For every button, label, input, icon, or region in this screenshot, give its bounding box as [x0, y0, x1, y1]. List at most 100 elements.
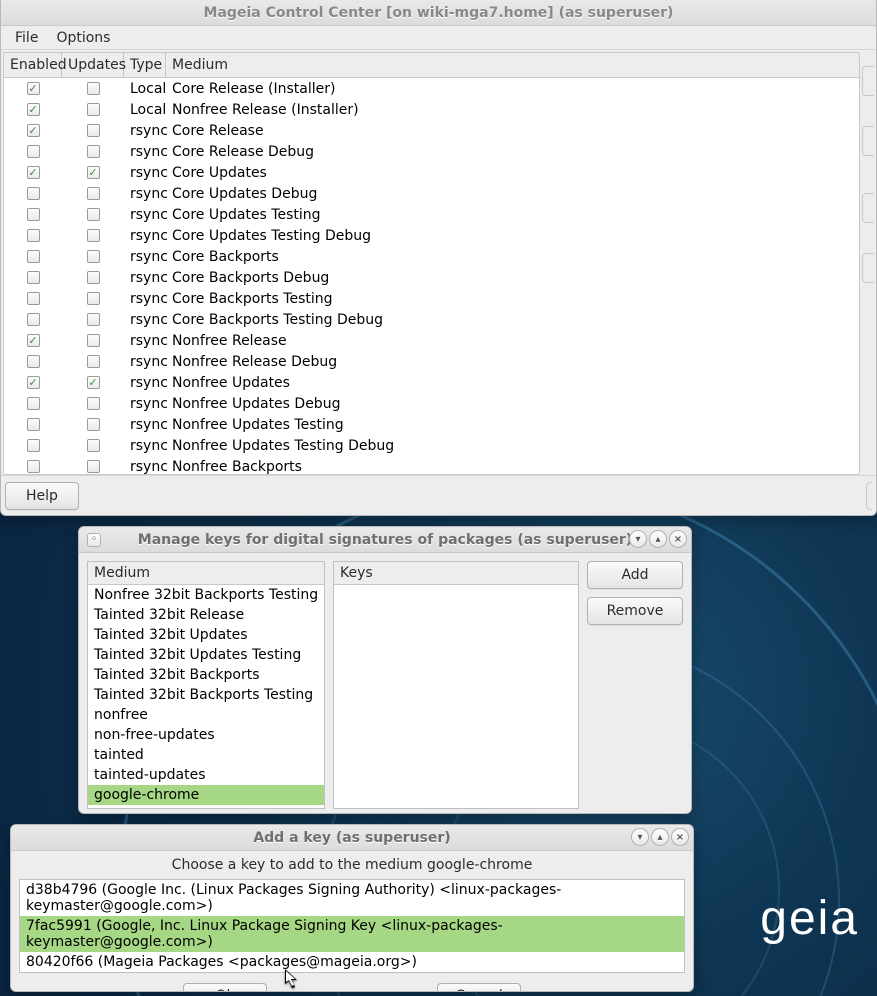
- key-choice-list[interactable]: d38b4796 (Google Inc. (Linux Packages Si…: [19, 879, 685, 973]
- help-button[interactable]: Help: [5, 482, 79, 510]
- table-row[interactable]: rsyncCore Updates Testing Debug: [4, 225, 859, 246]
- col-enabled[interactable]: Enabled: [4, 53, 62, 77]
- add-button[interactable]: Add: [587, 561, 683, 589]
- table-row[interactable]: rsyncNonfree Updates Debug: [4, 393, 859, 414]
- enabled-checkbox[interactable]: [27, 355, 40, 368]
- updates-checkbox[interactable]: [87, 376, 100, 389]
- list-item[interactable]: Nonfree 32bit Backports Testing: [88, 585, 324, 605]
- table-row[interactable]: rsyncCore Backports Debug: [4, 267, 859, 288]
- list-item[interactable]: Tainted 32bit Updates Testing: [88, 645, 324, 665]
- updates-checkbox[interactable]: [87, 271, 100, 284]
- enabled-checkbox[interactable]: [27, 166, 40, 179]
- menu-options[interactable]: Options: [48, 28, 118, 48]
- updates-checkbox[interactable]: [87, 313, 100, 326]
- updates-checkbox[interactable]: [87, 166, 100, 179]
- side-button-stub[interactable]: [862, 253, 874, 283]
- updates-checkbox[interactable]: [87, 418, 100, 431]
- ok-button[interactable]: Ok: [183, 983, 267, 992]
- maximize-icon[interactable]: ▴: [649, 530, 667, 548]
- enabled-checkbox[interactable]: [27, 460, 40, 473]
- table-row[interactable]: rsyncCore Backports Testing Debug: [4, 309, 859, 330]
- enabled-checkbox[interactable]: [27, 334, 40, 347]
- cancel-button[interactable]: Cancel: [437, 983, 521, 992]
- updates-checkbox[interactable]: [87, 334, 100, 347]
- updates-checkbox[interactable]: [87, 187, 100, 200]
- updates-checkbox[interactable]: [87, 103, 100, 116]
- table-row[interactable]: LocalNonfree Release (Installer): [4, 99, 859, 120]
- side-button-stub[interactable]: [862, 66, 874, 96]
- table-row[interactable]: rsyncCore Release Debug: [4, 141, 859, 162]
- enabled-checkbox[interactable]: [27, 187, 40, 200]
- enabled-checkbox[interactable]: [27, 439, 40, 452]
- keys-listbox[interactable]: Keys: [333, 561, 579, 809]
- updates-checkbox[interactable]: [87, 292, 100, 305]
- close-icon[interactable]: ×: [671, 828, 689, 846]
- updates-checkbox[interactable]: [87, 355, 100, 368]
- medium-listbox[interactable]: Medium Nonfree 32bit Backports TestingTa…: [87, 561, 325, 809]
- updates-checkbox[interactable]: [87, 124, 100, 137]
- list-item[interactable]: Tainted 32bit Release: [88, 605, 324, 625]
- enabled-checkbox[interactable]: [27, 82, 40, 95]
- updates-checkbox[interactable]: [87, 208, 100, 221]
- window-titlebar[interactable]: Mageia Control Center [on wiki-mga7.home…: [1, 0, 876, 26]
- enabled-checkbox[interactable]: [27, 229, 40, 242]
- enabled-checkbox[interactable]: [27, 292, 40, 305]
- table-row[interactable]: rsyncNonfree Release Debug: [4, 351, 859, 372]
- menu-file[interactable]: File: [7, 28, 46, 48]
- table-row[interactable]: rsyncCore Updates: [4, 162, 859, 183]
- enabled-checkbox[interactable]: [27, 250, 40, 263]
- updates-checkbox[interactable]: [87, 439, 100, 452]
- table-row[interactable]: rsyncCore Release: [4, 120, 859, 141]
- table-row[interactable]: rsyncNonfree Updates Testing: [4, 414, 859, 435]
- table-row[interactable]: rsyncNonfree Updates Testing Debug: [4, 435, 859, 456]
- side-button-stub[interactable]: [862, 126, 874, 156]
- list-item[interactable]: tainted-updates: [88, 765, 324, 785]
- list-item[interactable]: google-chrome: [88, 785, 324, 805]
- minimize-icon[interactable]: ▾: [629, 530, 647, 548]
- list-item[interactable]: 80420f66 (Mageia Packages <packages@mage…: [20, 952, 684, 972]
- minimize-icon[interactable]: ▾: [631, 828, 649, 846]
- col-type[interactable]: Type: [124, 53, 166, 77]
- side-button-stub[interactable]: [862, 193, 874, 223]
- updates-checkbox[interactable]: [87, 229, 100, 242]
- table-row[interactable]: rsyncCore Backports Testing: [4, 288, 859, 309]
- updates-checkbox[interactable]: [87, 250, 100, 263]
- maximize-icon[interactable]: ▴: [651, 828, 669, 846]
- table-row[interactable]: rsyncCore Updates Debug: [4, 183, 859, 204]
- list-item[interactable]: Tainted 32bit Backports Testing: [88, 685, 324, 705]
- updates-checkbox[interactable]: [87, 145, 100, 158]
- table-row[interactable]: rsyncCore Backports: [4, 246, 859, 267]
- remove-button[interactable]: Remove: [587, 597, 683, 625]
- list-item[interactable]: non-free-updates: [88, 725, 324, 745]
- list-item[interactable]: tainted: [88, 745, 324, 765]
- enabled-checkbox[interactable]: [27, 313, 40, 326]
- table-row[interactable]: rsyncNonfree Updates: [4, 372, 859, 393]
- ok-button-stub[interactable]: [866, 482, 872, 510]
- updates-checkbox[interactable]: [87, 460, 100, 473]
- enabled-checkbox[interactable]: [27, 271, 40, 284]
- enabled-checkbox[interactable]: [27, 103, 40, 116]
- table-row[interactable]: rsyncNonfree Backports: [4, 456, 859, 474]
- list-item[interactable]: 7fac5991 (Google, Inc. Linux Package Sig…: [20, 916, 684, 952]
- window-menu-icon[interactable]: ◦: [87, 533, 101, 547]
- close-icon[interactable]: ×: [669, 530, 687, 548]
- enabled-checkbox[interactable]: [27, 397, 40, 410]
- window-titlebar[interactable]: Add a key (as superuser) ▾ ▴ ×: [11, 825, 693, 851]
- list-item[interactable]: nonfree: [88, 705, 324, 725]
- window-titlebar[interactable]: ◦ Manage keys for digital signatures of …: [79, 527, 691, 553]
- enabled-checkbox[interactable]: [27, 418, 40, 431]
- enabled-checkbox[interactable]: [27, 145, 40, 158]
- enabled-checkbox[interactable]: [27, 376, 40, 389]
- col-medium[interactable]: Medium: [166, 53, 859, 77]
- table-row[interactable]: LocalCore Release (Installer): [4, 78, 859, 99]
- enabled-checkbox[interactable]: [27, 208, 40, 221]
- updates-checkbox[interactable]: [87, 82, 100, 95]
- col-updates[interactable]: Updates: [62, 53, 124, 77]
- table-row[interactable]: rsyncNonfree Release: [4, 330, 859, 351]
- list-item[interactable]: Tainted 32bit Updates: [88, 625, 324, 645]
- list-item[interactable]: d38b4796 (Google Inc. (Linux Packages Si…: [20, 880, 684, 916]
- updates-checkbox[interactable]: [87, 397, 100, 410]
- table-row[interactable]: rsyncCore Updates Testing: [4, 204, 859, 225]
- list-item[interactable]: Tainted 32bit Backports: [88, 665, 324, 685]
- enabled-checkbox[interactable]: [27, 124, 40, 137]
